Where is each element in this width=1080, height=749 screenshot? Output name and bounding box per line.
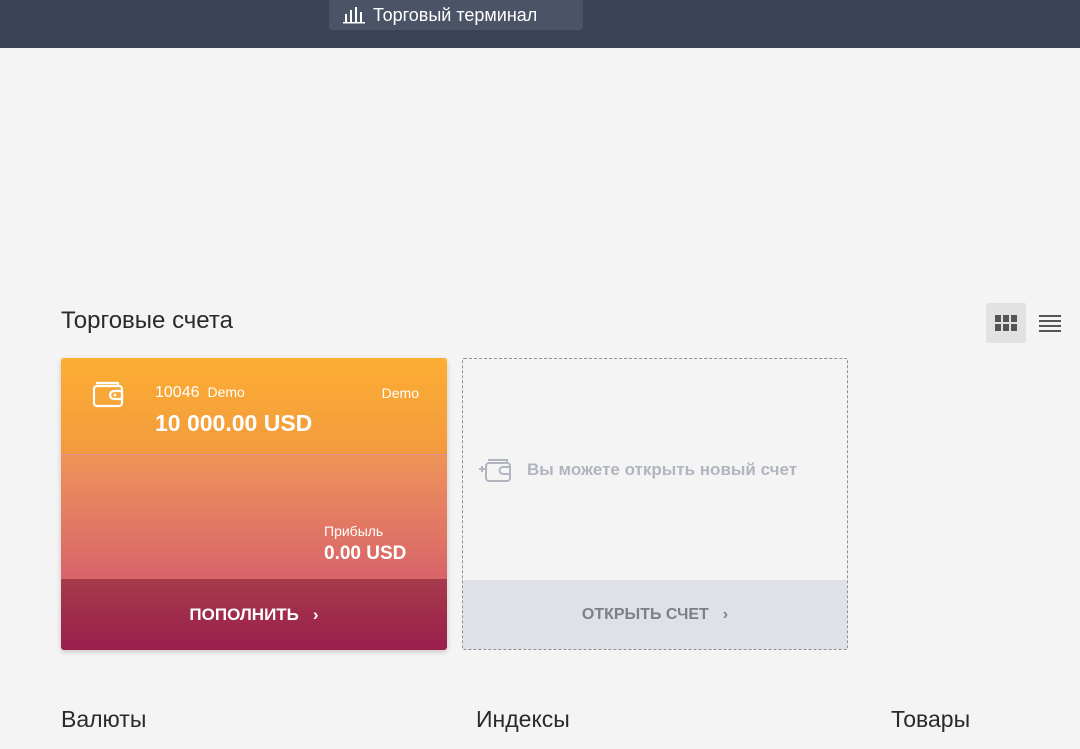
account-card[interactable]: 10046 Demo Demo 10 000.00 USD Прибыль 0.0… bbox=[61, 358, 447, 650]
account-number: 10046 Demo bbox=[155, 384, 245, 402]
account-card-header: 10046 Demo Demo 10 000.00 USD bbox=[61, 358, 447, 454]
grid-view-toggle[interactable] bbox=[986, 303, 1026, 343]
chart-bars-icon bbox=[343, 7, 365, 24]
deposit-button-label: ПОПОЛНИТЬ bbox=[189, 604, 299, 624]
wallet-icon bbox=[92, 381, 124, 408]
accounts-section-title: Торговые счета bbox=[61, 307, 233, 334]
profit-value: 0.00 USD bbox=[324, 543, 407, 564]
new-account-body: Вы можете открыть новый счет bbox=[463, 359, 847, 580]
chevron-right-icon: › bbox=[312, 604, 319, 624]
new-account-card[interactable]: Вы можете открыть новый счет ОТКРЫТЬ СЧЕ… bbox=[462, 358, 848, 650]
category-currencies[interactable]: Валюты bbox=[61, 706, 146, 733]
trading-terminal-button[interactable]: Торговый терминал bbox=[329, 0, 583, 30]
open-account-button[interactable]: ОТКРЫТЬ СЧЕТ › bbox=[463, 580, 847, 649]
list-icon bbox=[1039, 315, 1061, 332]
account-number-tag: Demo bbox=[207, 384, 245, 400]
top-navigation-bar: Торговый терминал bbox=[0, 0, 1080, 48]
account-number-value: 10046 bbox=[155, 384, 200, 401]
new-account-message: Вы можете открыть новый счет bbox=[527, 459, 798, 479]
category-commodities[interactable]: Товары bbox=[891, 706, 970, 733]
chevron-right-icon: › bbox=[722, 605, 729, 623]
grid-icon bbox=[995, 315, 1017, 331]
add-wallet-icon bbox=[479, 458, 511, 482]
deposit-button[interactable]: ПОПОЛНИТЬ › bbox=[61, 579, 447, 650]
list-view-toggle[interactable] bbox=[1030, 303, 1070, 343]
account-card-body: Прибыль 0.00 USD bbox=[61, 454, 447, 580]
trading-terminal-label: Торговый терминал bbox=[373, 4, 538, 25]
account-type: Demo bbox=[381, 385, 419, 401]
open-account-button-label: ОТКРЫТЬ СЧЕТ bbox=[581, 605, 709, 623]
account-balance: 10 000.00 USD bbox=[155, 410, 313, 436]
category-indices[interactable]: Индексы bbox=[476, 706, 570, 733]
profit-label: Прибыль bbox=[324, 523, 384, 539]
